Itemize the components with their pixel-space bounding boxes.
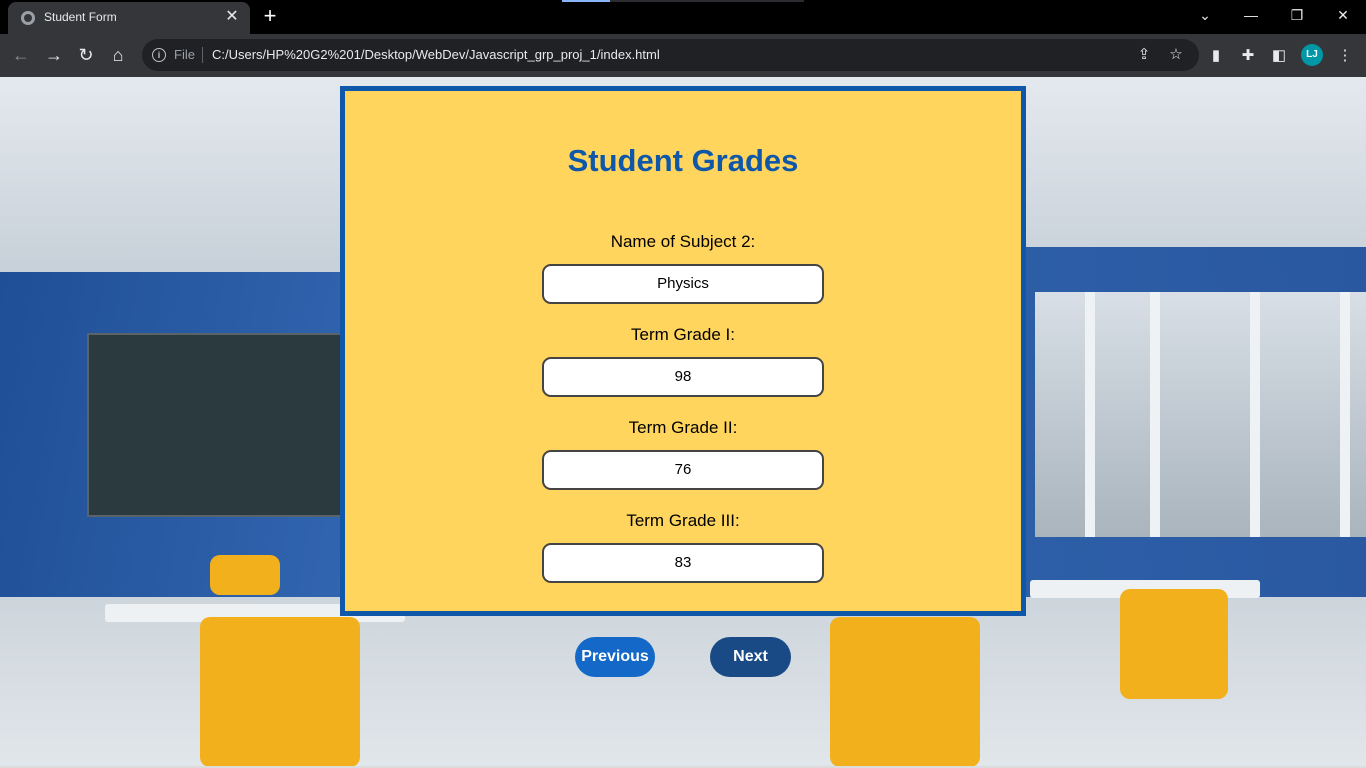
share-icon[interactable]: ⇪: [1134, 45, 1154, 65]
restore-window-button[interactable]: ❐: [1274, 4, 1320, 28]
puzzle-extensions-icon[interactable]: ✚: [1237, 45, 1259, 67]
term-grade-3-label: Term Grade III:: [626, 511, 740, 530]
browser-toolbar: ← → ↻ ⌂ i File C:/Users/HP%20G2%201/Desk…: [0, 34, 1366, 77]
window-frame: [1250, 292, 1260, 537]
address-bar[interactable]: i File C:/Users/HP%20G2%201/Desktop/WebD…: [142, 39, 1199, 71]
window-frame: [1340, 292, 1350, 537]
term-grade-2-input[interactable]: 76: [542, 450, 824, 490]
subject-name-input[interactable]: Physics: [542, 264, 824, 304]
previous-button[interactable]: Previous: [575, 637, 655, 677]
subject-name-label: Name of Subject 2:: [610, 232, 756, 251]
background-chalkboard: [87, 333, 349, 517]
background-chair: [1120, 589, 1228, 699]
background-chair: [200, 617, 360, 766]
tab-title: Student Form: [44, 10, 117, 24]
menu-kebab-icon[interactable]: ⋮: [1334, 45, 1356, 67]
tab-search-chevron-icon[interactable]: ⌄: [1182, 4, 1228, 28]
loading-progress-bar: [562, 0, 804, 2]
background-chair: [210, 555, 280, 595]
term-grade-2-label: Term Grade II:: [628, 418, 738, 437]
tab-close-icon[interactable]: ✕: [222, 7, 242, 27]
student-grades-form: Student Grades Name of Subject 2: Physic…: [340, 86, 1026, 616]
minimize-window-button[interactable]: —: [1228, 4, 1274, 28]
scheme-label: File: [174, 47, 195, 62]
reload-icon[interactable]: ↻: [75, 44, 97, 66]
page-title: Student Grades: [567, 143, 799, 178]
close-window-button[interactable]: ✕: [1320, 4, 1366, 28]
window-frame: [1085, 292, 1095, 537]
new-tab-button[interactable]: +: [258, 5, 282, 29]
extension-icon[interactable]: ▮: [1205, 45, 1227, 67]
window-frame: [1150, 292, 1160, 537]
back-arrow-icon[interactable]: ←: [10, 44, 32, 66]
home-icon[interactable]: ⌂: [107, 44, 129, 66]
browser-tab[interactable]: Student Form ✕: [8, 2, 250, 34]
page-viewport: Student Grades Name of Subject 2: Physic…: [0, 77, 1366, 766]
tab-strip: Student Form ✕ + ⌄ — ❐ ✕: [0, 0, 1366, 34]
next-button[interactable]: Next: [710, 637, 791, 677]
term-grade-1-input[interactable]: 98: [542, 357, 824, 397]
bookmark-star-icon[interactable]: ☆: [1166, 45, 1186, 65]
side-panel-icon[interactable]: ◧: [1268, 45, 1290, 67]
forward-arrow-icon[interactable]: →: [43, 44, 65, 66]
site-info-icon[interactable]: i: [152, 48, 166, 62]
term-grade-3-input[interactable]: 83: [542, 543, 824, 583]
globe-icon: [21, 11, 35, 25]
background-chair: [830, 617, 980, 766]
profile-avatar[interactable]: LJ: [1301, 44, 1323, 66]
term-grade-1-label: Term Grade I:: [631, 325, 735, 344]
divider: [202, 47, 203, 63]
url-text[interactable]: C:/Users/HP%20G2%201/Desktop/WebDev/Java…: [212, 47, 660, 62]
